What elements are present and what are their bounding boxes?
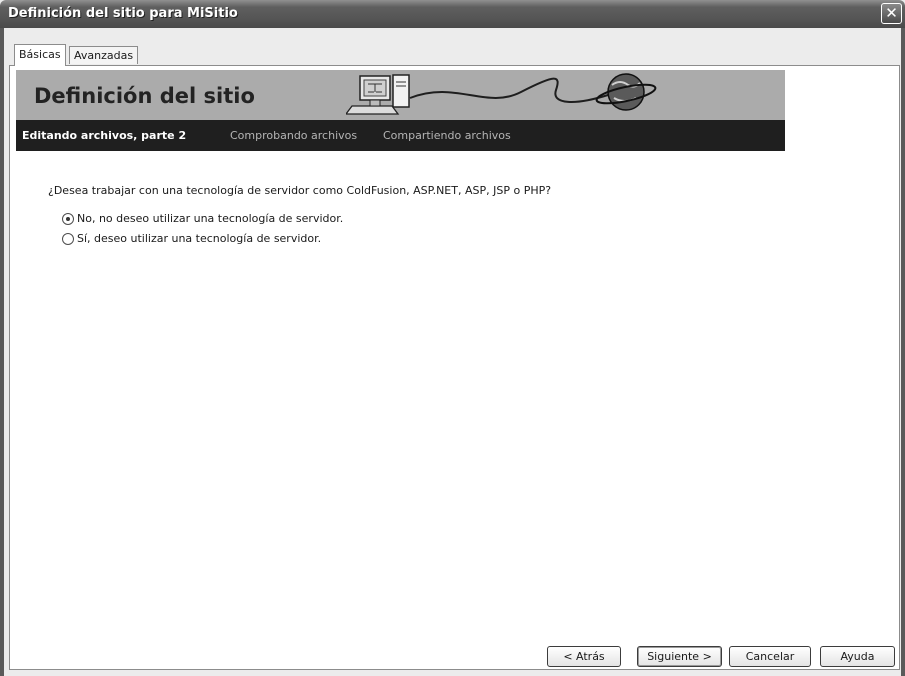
option-yes-server-label: Sí, deseo utilizar una tecnología de ser… — [77, 232, 322, 245]
window-title: Definición del sitio para MiSitio — [8, 6, 238, 21]
option-yes-server[interactable]: Sí, deseo utilizar una tecnología de ser… — [62, 232, 321, 245]
wizard-steps: Editando archivos, parte 2 Comprobando a… — [16, 120, 785, 151]
wizard-banner: Definición del sitio — [16, 70, 785, 120]
title-bar[interactable]: Definición del sitio para MiSitio ✕ — [0, 0, 905, 28]
next-button[interactable]: Siguiente > — [637, 646, 722, 667]
close-button[interactable]: ✕ — [881, 3, 902, 24]
help-button[interactable]: Ayuda — [820, 646, 895, 667]
window-frame-right — [901, 28, 905, 676]
tab-basicas[interactable]: Básicas — [14, 44, 66, 66]
step-comprobando: Comprobando archivos — [230, 129, 358, 142]
globe-icon — [595, 73, 657, 111]
computer-icon — [346, 74, 410, 115]
radio-no-server[interactable] — [62, 212, 74, 225]
cable-line — [409, 77, 609, 103]
banner-title: Definición del sitio — [34, 84, 255, 108]
tab-avanzadas[interactable]: Avanzadas — [69, 46, 139, 64]
step-current: Editando archivos, parte 2 — [22, 129, 187, 142]
window-frame-left — [0, 28, 4, 676]
close-icon: ✕ — [885, 4, 898, 22]
banner-illustration — [346, 73, 657, 115]
option-no-server-label: No, no deseo utilizar una tecnología de … — [77, 212, 344, 225]
radio-yes-server[interactable] — [62, 232, 74, 245]
back-button[interactable]: < Atrás — [547, 646, 621, 667]
server-tech-question: ¿Desea trabajar con una tecnología de se… — [48, 184, 552, 197]
tab-panel: Definición del sitio Editando archivos, … — [9, 65, 900, 670]
option-no-server[interactable]: No, no deseo utilizar una tecnología de … — [62, 212, 343, 225]
step-compartiendo: Compartiendo archivos — [383, 129, 511, 142]
cancel-button[interactable]: Cancelar — [729, 646, 811, 667]
